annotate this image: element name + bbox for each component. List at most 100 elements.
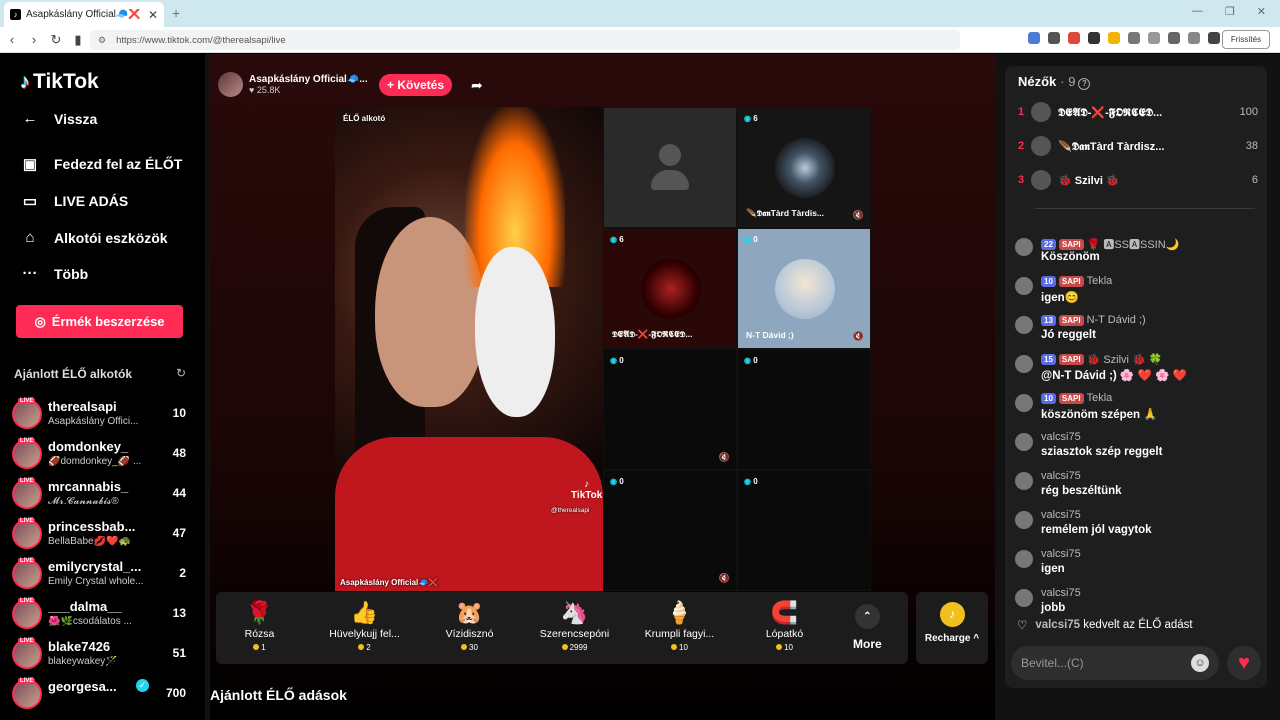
tab-close-icon[interactable]: ✕ (148, 8, 158, 22)
chat-avatar[interactable] (1015, 472, 1033, 490)
chat-avatar[interactable] (1015, 355, 1033, 373)
chat-input[interactable]: Bevitel...(C) ☺ (1011, 646, 1219, 680)
extension-icon[interactable] (1128, 32, 1140, 44)
chat-username[interactable]: valcsi75 (1041, 470, 1081, 482)
creator-item[interactable]: LIVE ___dalma__ 🌺🌿csodálatos ... 13 (12, 598, 192, 639)
reload-icon[interactable]: ↻ (46, 32, 66, 48)
new-tab-button[interactable]: + (172, 5, 180, 21)
creator-item[interactable]: LIVE domdonkey_ 🏈domdonkey_🏈 ... 48 (12, 438, 192, 479)
creator-item[interactable]: LIVE blake7426 blakeywakey🪄 51 (12, 638, 192, 679)
creator-avatar[interactable]: LIVE (12, 438, 42, 469)
creator-avatar[interactable]: LIVE (12, 398, 42, 429)
back-arrow-icon[interactable]: ‹ (2, 32, 22, 47)
creator-item[interactable]: LIVE emilycrystal_... Emily Crystal whole.… (12, 558, 192, 599)
chat-username[interactable]: valcsi75 (1041, 509, 1081, 521)
creator-avatar[interactable]: LIVE (12, 518, 42, 549)
ranking-row[interactable]: 3 🐞 Szilvi 🐞 6 (1018, 168, 1258, 194)
guest-slot[interactable]: ◉ 6 𝕯𝕰𝕬𝕯-❌-𝕱𝕺𝕽𝕮𝕰𝕯... (603, 228, 737, 349)
emoji-icon[interactable]: ☺ (1191, 654, 1209, 672)
nav-creator-tools[interactable]: ⌂ Alkotói eszközök (20, 229, 167, 246)
forward-arrow-icon[interactable]: › (24, 32, 44, 47)
chat-avatar[interactable] (1015, 277, 1033, 295)
extension-icon[interactable] (1048, 32, 1060, 44)
get-coins-button[interactable]: ◎ Érmék beszerzése (16, 305, 183, 338)
gift-item[interactable]: 🦄 Szerencsepóni 2999 (527, 600, 622, 652)
guest-slot[interactable]: ◉ 0 🔇 (603, 349, 737, 470)
chat-username[interactable]: valcsi75 (1041, 587, 1081, 599)
nav-live[interactable]: ▭ LIVE ADÁS (20, 192, 128, 210)
creator-avatar[interactable]: LIVE (12, 478, 42, 509)
chat-username[interactable]: valcsi75 (1041, 548, 1081, 560)
extension-icon[interactable] (1168, 32, 1180, 44)
guest-slot[interactable]: ◉ 0 🔇 (603, 470, 737, 591)
nav-explore-live[interactable]: ▣ Fedezd fel az ÉLŐT (20, 155, 182, 173)
close-window-icon[interactable]: ✕ (1257, 5, 1266, 18)
url-field[interactable]: ⚙ https://www.tiktok.com/@therealsapi/li… (90, 30, 960, 50)
gift-item[interactable]: 🍦 Krumpli fagyi... 10 (632, 600, 727, 652)
nav-back[interactable]: ← Vissza (20, 110, 98, 127)
creator-avatar[interactable]: LIVE (12, 598, 42, 629)
chat-username[interactable]: Tekla (1087, 275, 1113, 287)
chat-avatar[interactable] (1015, 238, 1033, 256)
chat-username[interactable]: N-T Dávid ;) (1087, 314, 1146, 326)
creator-avatar[interactable]: LIVE (12, 678, 42, 709)
like-heart-button[interactable]: ♥ (1227, 646, 1261, 680)
ranking-row[interactable]: 1 𝕯𝕰𝕬𝕯-❌-𝕱𝕺𝕽𝕮𝕰𝕯... 100 (1018, 100, 1258, 126)
creator-item[interactable]: LIVE mrcannabis_ 𝓜𝓻.𝓒𝓪𝓷𝓷𝓪𝓫𝓲𝓼® 44 (12, 478, 192, 519)
nav-more[interactable]: ··· Több (20, 265, 89, 282)
guest-views-count: 0 (619, 356, 624, 365)
chat-avatar[interactable] (1015, 550, 1033, 568)
help-icon[interactable]: ? (1078, 78, 1091, 90)
minimize-icon[interactable]: — (1192, 5, 1203, 18)
creator-item[interactable]: LIVE georgesa... ✓ 700 (12, 678, 192, 719)
guest-slot-empty[interactable] (603, 107, 737, 228)
guest-slot[interactable]: ◉ 6 🪶𝕯𝖆𝖓Tàrd Tàrdis... 🔇 (737, 107, 871, 228)
host-info[interactable]: Asapkáslány Official🧢... ♥ 25.8K (218, 72, 368, 97)
gift-item[interactable]: 🧲 Lópatkó 10 (737, 600, 832, 652)
gift-item[interactable]: 🌹 Rózsa 1 (212, 600, 307, 652)
update-button[interactable]: Frissítés (1222, 30, 1270, 49)
host-avatar[interactable] (218, 72, 243, 97)
chat-username[interactable]: 🐞 Szilvi 🐞 🍀 (1087, 353, 1163, 366)
gift-item[interactable]: 👍 Hüvelykujj fel... 2 (317, 600, 412, 652)
chat-avatar[interactable] (1015, 394, 1033, 412)
creator-avatar[interactable]: LIVE (12, 558, 42, 589)
guest-slot[interactable]: ◉ 0 (737, 470, 871, 591)
follow-button[interactable]: + Követés (379, 74, 452, 96)
chat-avatar[interactable] (1015, 511, 1033, 529)
creator-item[interactable]: LIVE princessbab... BellaBabe💋❤️🐢 47 (12, 518, 192, 559)
chat-avatar[interactable] (1015, 589, 1033, 607)
more-gifts-button[interactable]: ⌃ More (853, 604, 882, 651)
recharge-button[interactable]: ♪ Recharge ^ (916, 592, 988, 664)
guest-views-count: 0 (753, 235, 758, 244)
chat-avatar[interactable] (1015, 433, 1033, 451)
bookmark-icon[interactable]: ▮ (68, 32, 88, 48)
extension-icon[interactable] (1028, 32, 1040, 44)
like-user[interactable]: valcsi75 (1035, 619, 1080, 631)
chat-username[interactable]: 🌹 🅰SS🅰SSIN🌙 (1087, 236, 1180, 252)
extension-icon[interactable] (1108, 32, 1120, 44)
chat-avatar[interactable] (1015, 316, 1033, 334)
share-icon[interactable]: ➦ (471, 77, 483, 94)
ranking-row[interactable]: 2 🪶𝕯𝖆𝖓Tàrd Tàrdisz... 38 (1018, 134, 1258, 160)
chat-username[interactable]: Tekla (1087, 392, 1113, 404)
tiktok-logo[interactable]: ♪ TikTok (20, 70, 99, 94)
host-video[interactable]: ÉLŐ alkotó Asapkáslány Official🧢❌ ♪ TikT… (335, 107, 603, 591)
creator-avatar[interactable]: LIVE (12, 638, 42, 669)
extension-icon[interactable] (1188, 32, 1200, 44)
maximize-icon[interactable]: ❐ (1225, 5, 1235, 18)
guest-views: ◉ 0 (610, 356, 624, 365)
chat-username[interactable]: valcsi75 (1041, 431, 1081, 443)
guest-slot[interactable]: ◉ 0 N-T Dávid ;) 🔇 (737, 228, 871, 349)
gift-item[interactable]: 🐹 Vízidisznó 30 (422, 600, 517, 652)
coin-icon (671, 644, 678, 650)
browser-tab[interactable]: ♪ Asapkáslány Official🧢❌ (@ ✕ (4, 2, 164, 27)
extension-icon[interactable] (1148, 32, 1160, 44)
extension-icon[interactable] (1068, 32, 1080, 44)
site-info-icon[interactable]: ⚙ (98, 35, 106, 46)
extension-icon[interactable] (1208, 32, 1220, 44)
refresh-icon[interactable]: ↻ (176, 366, 186, 380)
creator-item[interactable]: LIVE therealsapi Asapkáslány Offici... 10 (12, 398, 192, 439)
extension-icon[interactable] (1088, 32, 1100, 44)
guest-slot[interactable]: ◉ 0 (737, 349, 871, 470)
